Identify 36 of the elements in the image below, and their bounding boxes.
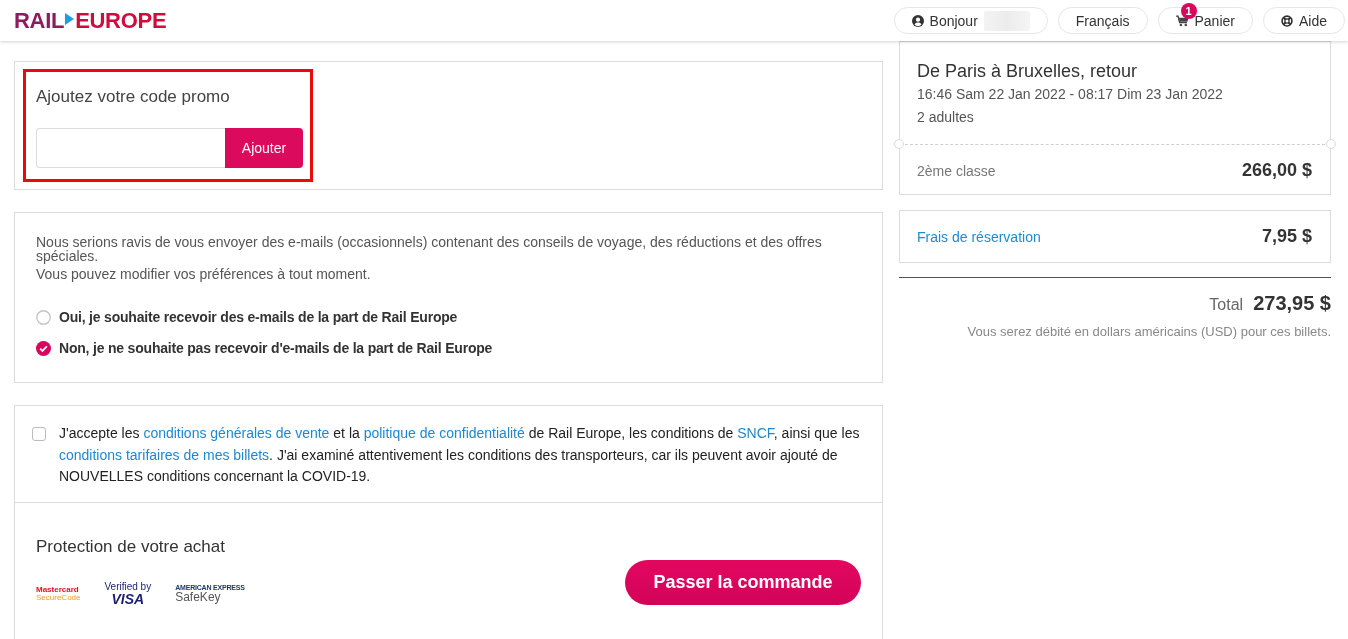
class-label: 2ème classe (917, 162, 996, 179)
radio-label[interactable]: Non, je ne souhaite pas recevoir d'e-mails de la part de Rail Europe (59, 340, 493, 356)
currency-note: Vous serez débité en dollars américains (USD) pour ces billets. (966, 324, 1331, 339)
total-price: 273,95 $ (1253, 292, 1331, 315)
trip-dates: 16:46 Sam 22 Jan 2022 - 08:17 Dim 23 Jan 2022 (917, 85, 1224, 103)
logo-text: RAIL (14, 9, 65, 32)
promo-title: Ajoutez votre code promo (36, 87, 231, 107)
inline-link[interactable]: politique de confidentialité (363, 425, 525, 441)
order-button[interactable]: Passer la commande (625, 559, 861, 605)
trip-title: De Paris à Bruxelles, retour (917, 60, 1139, 82)
language-button[interactable]: Français (1057, 7, 1148, 34)
protection-title: Protection de votre achat (36, 536, 226, 557)
newsletter-text: Nous serions ravis de vous envoyer des e-mails (occasionnels) contenant des conseils de voyage, des réductions et des offres spéciales. (36, 235, 823, 263)
terms-text: J'accepte les conditions générales de vente et la politique de confidentialité de Rail Europe, les conditions de SNCF, ainsi que les conditions tarifaires de mes billets. J'ai examiné attentivement les conditions des transporteurs, car ils peuvent avoir ajouté de NOUVELLES conditions concernant la COVID-19. (59, 424, 861, 486)
fee-price: 7,95 $ (1261, 226, 1312, 247)
user-icon (911, 14, 924, 27)
terms-checkbox[interactable] (32, 427, 46, 441)
logo-text: EUROPE (75, 9, 167, 32)
help-button[interactable]: Aide (1262, 7, 1345, 34)
passenger-count: 2 adultes (917, 108, 975, 126)
mastercard-logo: Mastercard SecureCode (36, 585, 81, 602)
trip-price: 266,00 $ (1241, 160, 1312, 181)
radio-label[interactable]: Oui, je souhaite recevoir des e-mails de la part de Rail Europe (59, 309, 458, 325)
inline-link[interactable]: conditions générales de vente (143, 425, 330, 441)
add-button[interactable]: Ajouter (225, 128, 303, 168)
lifebuoy-icon (1280, 14, 1293, 27)
fee-link[interactable]: Frais de réservation (917, 228, 1041, 245)
visa-logo: Verified by VISA (104, 581, 152, 606)
account-button[interactable]: Bonjour (893, 7, 1048, 34)
newsletter-note: Vous pouvez modifier vos préférences à tout moment. (36, 267, 372, 281)
triangle-icon (65, 12, 75, 25)
radio-button[interactable] (36, 340, 51, 356)
promo-code-field[interactable] (36, 128, 225, 168)
inline-link[interactable]: SNCF (737, 425, 774, 441)
total-label: Total (1209, 296, 1244, 314)
radio-button[interactable] (36, 309, 51, 325)
